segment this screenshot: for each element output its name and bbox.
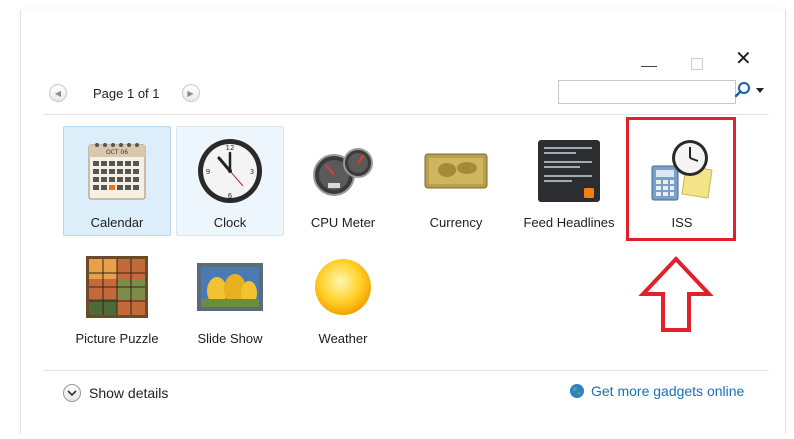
maximize-button[interactable] — [691, 58, 703, 70]
gadget-label: Weather — [318, 331, 368, 346]
search-icon[interactable] — [733, 80, 753, 100]
clock-icon: 12 3 6 9 — [194, 135, 266, 207]
globe-icon — [570, 384, 584, 398]
top-divider — [43, 114, 769, 115]
svg-text:OCT 06: OCT 06 — [106, 149, 128, 156]
show-details-toggle[interactable]: Show details — [63, 384, 168, 402]
prev-page-button[interactable]: ◀ — [49, 84, 67, 102]
slide-show-icon — [194, 251, 266, 323]
up-arrow-icon — [638, 256, 714, 332]
minimize-button[interactable] — [641, 66, 657, 67]
highlight-box — [626, 117, 736, 241]
gadget-label: Calendar — [90, 215, 144, 230]
gadget-label: Currency — [429, 215, 483, 230]
gadget-cpu-meter[interactable]: CPU Meter — [289, 126, 397, 236]
gadget-currency[interactable]: Currency — [402, 126, 510, 236]
chevron-left-icon: ◀ — [54, 88, 62, 98]
chevron-down-icon — [63, 384, 81, 402]
calendar-icon: OCT 06 — [81, 135, 153, 207]
gadget-picture-puzzle[interactable]: Picture Puzzle — [63, 242, 171, 352]
gadget-weather[interactable]: Weather — [289, 242, 397, 352]
gadget-clock[interactable]: 12 3 6 9 Clock — [176, 126, 284, 236]
pager: ◀ Page 1 of 1 ▶ — [49, 82, 200, 104]
chevron-right-icon: ▶ — [187, 88, 194, 98]
get-more-gadgets-link[interactable]: Get more gadgets online — [569, 383, 744, 399]
svg-text:9: 9 — [206, 168, 210, 176]
gadget-calendar[interactable]: OCT 06 Calendar — [63, 126, 171, 236]
svg-text:3: 3 — [250, 168, 254, 176]
cpu-meter-icon — [307, 135, 379, 207]
svg-text:6: 6 — [228, 192, 233, 200]
picture-puzzle-icon — [81, 251, 153, 323]
get-more-gadgets-label: Get more gadgets online — [591, 383, 745, 399]
search-dropdown-caret[interactable] — [756, 88, 764, 93]
svg-text:12: 12 — [226, 144, 235, 152]
bottom-divider — [43, 370, 769, 371]
gadget-label: Clock — [213, 215, 247, 230]
gadget-label: Feed Headlines — [523, 215, 615, 230]
show-details-label: Show details — [89, 385, 169, 401]
sun-icon — [307, 251, 379, 323]
next-page-button[interactable]: ▶ — [181, 84, 200, 102]
gadget-label: CPU Meter — [310, 215, 376, 230]
search-input[interactable] — [558, 80, 736, 104]
close-button[interactable]: ✕ — [735, 46, 752, 70]
gadget-slide-show[interactable]: Slide Show — [176, 242, 284, 352]
feed-icon — [533, 135, 605, 207]
page-indicator: Page 1 of 1 — [93, 85, 160, 101]
gadgets-window: ✕ ◀ Page 1 of 1 ▶ OCT 06 Calendar 12 3 6… — [20, 10, 786, 434]
gadget-label: Picture Puzzle — [75, 331, 159, 346]
currency-icon — [420, 135, 492, 207]
gadget-label: Slide Show — [197, 331, 263, 346]
gadget-feed-headlines[interactable]: Feed Headlines — [515, 126, 623, 236]
